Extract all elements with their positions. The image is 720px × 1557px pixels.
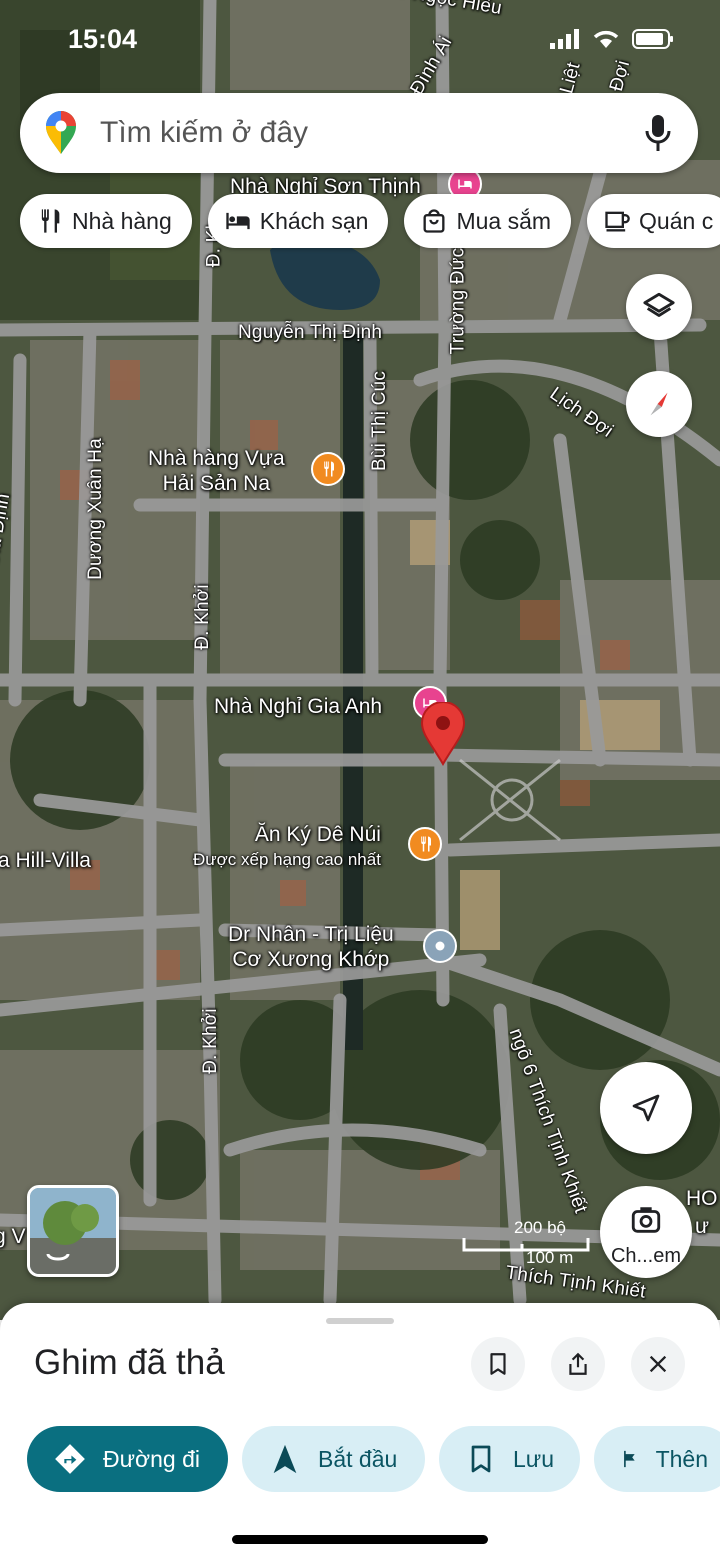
flag-icon: [624, 1450, 635, 1468]
coffee-cup-icon: [605, 211, 630, 232]
navigation-arrow-icon: [632, 1094, 660, 1122]
poi-label-edge-left: g V: [0, 1225, 26, 1248]
sheet-actions: Đường đi Bắt đầu Lưu Thên: [27, 1426, 720, 1492]
poi-label-hill-villa[interactable]: a Hill-Villa: [0, 848, 91, 873]
shopping-bag-icon: [423, 209, 445, 233]
status-bar: 15:04: [0, 22, 720, 62]
start-button[interactable]: Bắt đầu: [242, 1426, 425, 1492]
my-location-button[interactable]: [600, 1062, 692, 1154]
clock: 15:04: [68, 24, 138, 54]
fork-knife-icon: [41, 209, 60, 233]
navigation-arrow-icon: [273, 1444, 297, 1474]
chip-cafe[interactable]: Quán c: [587, 194, 720, 248]
category-chips: Nhà hàng Khách sạn Mua sắm Quán c: [20, 194, 720, 248]
add-label-button[interactable]: Thên: [594, 1426, 720, 1492]
clinic-pin-icon[interactable]: [423, 929, 457, 963]
camera-search-button[interactable]: Ch...em: [600, 1186, 692, 1278]
cellular-signal-icon: [550, 29, 579, 49]
directions-icon: [55, 1444, 85, 1474]
chip-shopping[interactable]: Mua sắm: [404, 194, 572, 248]
poi-label-edge-right-2: ư: [695, 1215, 710, 1238]
chip-hotels[interactable]: Khách sạn: [207, 194, 389, 248]
road-label-truong-duc: Trường Đức: [447, 247, 469, 355]
bed-icon: [226, 212, 250, 230]
google-maps-logo-icon: [46, 111, 76, 154]
restaurant-pin-icon[interactable]: [311, 452, 345, 486]
share-button[interactable]: [551, 1337, 605, 1391]
search-bar[interactable]: Tìm kiếm ở đây: [20, 93, 698, 173]
poi-label-vua-hai-san[interactable]: Nhà hàng Vựa Hải Sản Na: [148, 446, 285, 496]
save-bookmark-button[interactable]: [471, 1337, 525, 1391]
road-label-d-khoi-2: Đ. Khởi: [199, 1008, 221, 1074]
close-icon: [649, 1355, 667, 1373]
poi-label-an-ky-de-nui[interactable]: Ăn Ký Dê Núi Được xếp hạng cao nhất: [193, 822, 381, 872]
compass-icon: [650, 392, 668, 416]
camera-search-icon: [631, 1207, 661, 1233]
street-view-thumbnail[interactable]: [27, 1185, 119, 1277]
map-scale: 200 bộ 100 m: [462, 1218, 592, 1268]
road-label-bui-thi-cuc: Bùi Thị Cúc: [369, 370, 391, 472]
home-indicator: [232, 1535, 488, 1544]
dropped-pin-icon[interactable]: [420, 702, 466, 766]
poi-label-dr-nhan[interactable]: Dr Nhân - Trị Liệu Cơ Xương Khớp: [228, 922, 394, 972]
road-label-d-khoi-1: Đ. Khởi: [191, 584, 213, 650]
sheet-drag-handle[interactable]: [326, 1318, 394, 1324]
microphone-icon[interactable]: [644, 113, 672, 153]
camera-search-label: Ch...em: [610, 1245, 682, 1267]
share-icon: [569, 1352, 587, 1375]
chip-restaurants[interactable]: Nhà hàng: [20, 194, 192, 248]
bookmark-icon: [471, 1445, 491, 1473]
restaurant-pin-icon[interactable]: [408, 827, 442, 861]
sheet-title: Ghim đã thả: [34, 1343, 225, 1382]
compass-button[interactable]: [626, 371, 692, 437]
directions-button[interactable]: Đường đi: [27, 1426, 228, 1492]
wifi-icon: [593, 30, 619, 48]
place-sheet[interactable]: Ghim đã thả Đường đi Bắt đầu Lưu Thên: [0, 1303, 720, 1557]
battery-icon: [632, 29, 673, 49]
close-button[interactable]: [631, 1337, 685, 1391]
road-label-duong-xuan-ha: Dương Xuân Hạ: [84, 438, 106, 580]
poi-label-edge-right-1: HO: [686, 1187, 718, 1210]
layers-button[interactable]: [626, 274, 692, 340]
road-label-nguyen-thi-dinh: Nguyễn Thị Định: [238, 322, 383, 343]
poi-label-gia-anh[interactable]: Nhà Nghỉ Gia Anh: [214, 694, 382, 719]
bookmark-icon: [490, 1353, 506, 1375]
search-placeholder[interactable]: Tìm kiếm ở đây: [100, 116, 644, 150]
layers-icon: [643, 292, 675, 317]
save-button[interactable]: Lưu: [439, 1426, 580, 1492]
